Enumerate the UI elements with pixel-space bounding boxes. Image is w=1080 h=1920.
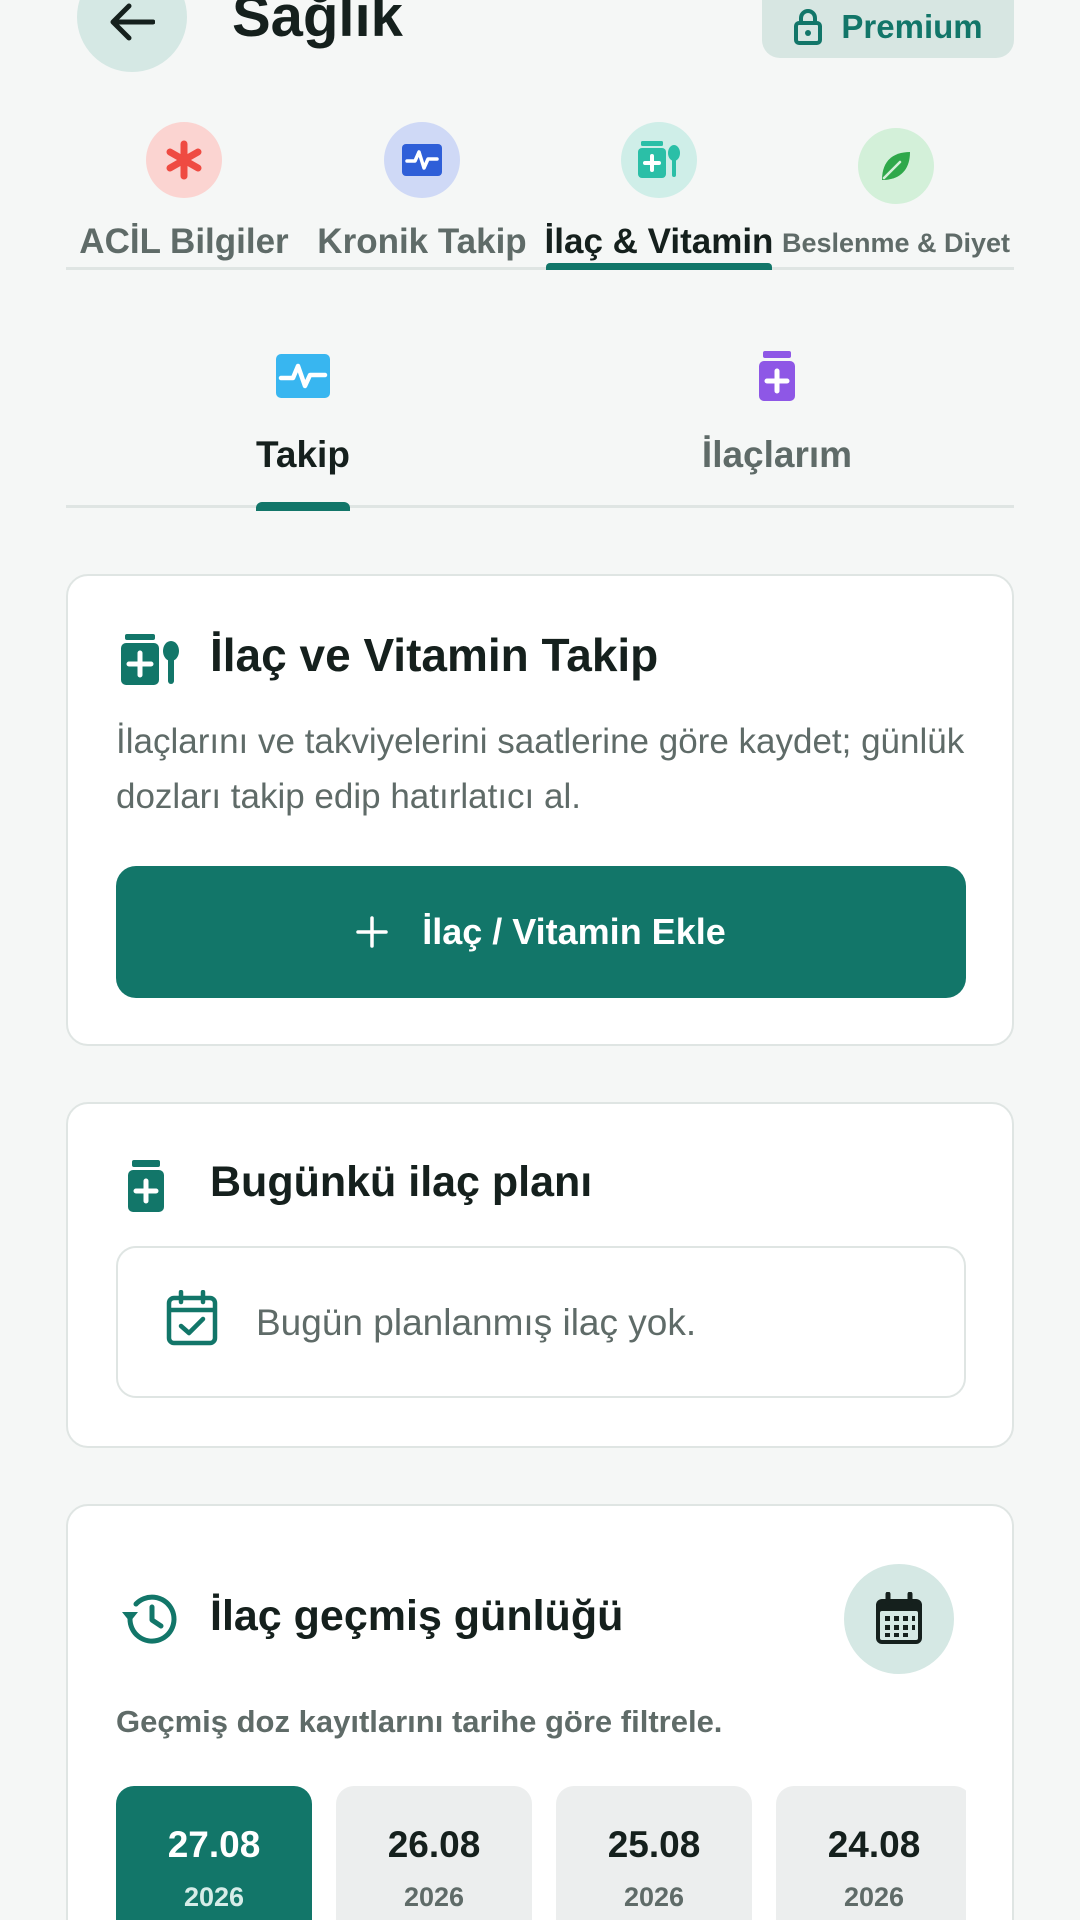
date-chip[interactable]: 26.08 2026 [336, 1786, 532, 1920]
active-tab-indicator [546, 263, 772, 270]
date-year: 2026 [623, 1882, 685, 1912]
calendar-filter-button[interactable] [844, 1564, 954, 1674]
tab-beslenme-diyet[interactable]: Beslenme & Diyet [778, 110, 1014, 270]
date-day: 25.08 [607, 1824, 701, 1865]
plus-icon [356, 916, 388, 948]
card-title: İlaç geçmiş günlüğü [210, 1592, 624, 1640]
page-title: Sağlık [232, 0, 403, 49]
lock-icon [794, 9, 823, 45]
leaf-icon [858, 128, 934, 204]
back-button[interactable] [77, 0, 187, 72]
date-year: 2026 [843, 1882, 905, 1912]
date-day: 26.08 [387, 1824, 481, 1865]
date-day: 27.08 [167, 1824, 261, 1865]
tab-label: Takip [256, 434, 350, 475]
tab-label: İlaçlarım [701, 434, 853, 475]
tab-ilaclarim[interactable]: İlaçlarım [540, 340, 1014, 508]
tab-label: İlaç & Vitamin [544, 222, 774, 261]
pill-bottle-icon [757, 348, 797, 404]
date-chip[interactable]: 24.08 2026 [776, 1786, 966, 1920]
asterisk-icon [146, 122, 222, 198]
calendar-icon [876, 1592, 922, 1644]
date-year: 2026 [403, 1882, 465, 1912]
date-chip[interactable]: 27.08 2026 [116, 1786, 312, 1920]
date-chip[interactable]: 25.08 2026 [556, 1786, 752, 1920]
date-year: 2026 [183, 1882, 245, 1912]
active-subtab-indicator [256, 502, 350, 511]
card-title: Bugünkü ilaç planı [210, 1158, 593, 1206]
date-day: 24.08 [827, 1824, 921, 1865]
activity-icon [275, 348, 331, 404]
pill-bottle-icon [126, 1160, 166, 1212]
empty-state: Bugün planlanmış ilaç yok. [116, 1246, 966, 1398]
medicine-bottle-icon [120, 634, 180, 686]
empty-state-text: Bugün planlanmış ilaç yok. [256, 1302, 697, 1343]
calendar-check-icon [166, 1290, 218, 1346]
add-medicine-button[interactable]: İlaç / Vitamin Ekle [116, 866, 966, 998]
tab-label: Beslenme & Diyet [781, 228, 1011, 258]
app-header: Sağlık Premium [0, 0, 1080, 90]
tab-label: Kronik Takip [317, 222, 527, 261]
tab-acil-bilgiler[interactable]: ACİL Bilgiler [66, 110, 302, 270]
card-title: İlaç ve Vitamin Takip [210, 629, 659, 681]
premium-button[interactable]: Premium [762, 0, 1014, 58]
arrow-left-icon [110, 3, 155, 41]
tab-kronik-takip[interactable]: Kronik Takip [304, 110, 540, 270]
add-button-label: İlaç / Vitamin Ekle [422, 911, 726, 952]
premium-label: Premium [841, 8, 983, 45]
today-plan-card: Bugünkü ilaç planı Bugün planlanmış ilaç… [66, 1102, 1014, 1448]
tab-label: ACİL Bilgiler [79, 222, 289, 261]
tracking-card: İlaç ve Vitamin Takip İlaçlarını ve takv… [66, 574, 1014, 1046]
history-icon [120, 1592, 180, 1646]
card-description: İlaçlarını ve takviyelerini saatlerine g… [116, 722, 965, 816]
category-tabs: ACİL Bilgiler Kronik Takip İlaç & Vitami… [66, 110, 1014, 270]
card-subtitle: Geçmiş doz kayıtlarını tarihe göre filtr… [116, 1704, 723, 1739]
tab-takip[interactable]: Takip [66, 340, 540, 511]
date-filter-row: 27.08 2026 26.08 2026 25.08 2026 24.08 2… [116, 1786, 966, 1920]
heart-monitor-icon [384, 122, 460, 198]
history-card: İlaç geçmiş günlüğü Geçmiş doz kayıtları… [66, 1504, 1014, 1920]
sub-tabs: Takip İlaçlarım [66, 340, 1014, 511]
tab-ilac-vitamin[interactable]: İlaç & Vitamin [540, 110, 778, 270]
medicine-bottle-icon [621, 122, 697, 198]
